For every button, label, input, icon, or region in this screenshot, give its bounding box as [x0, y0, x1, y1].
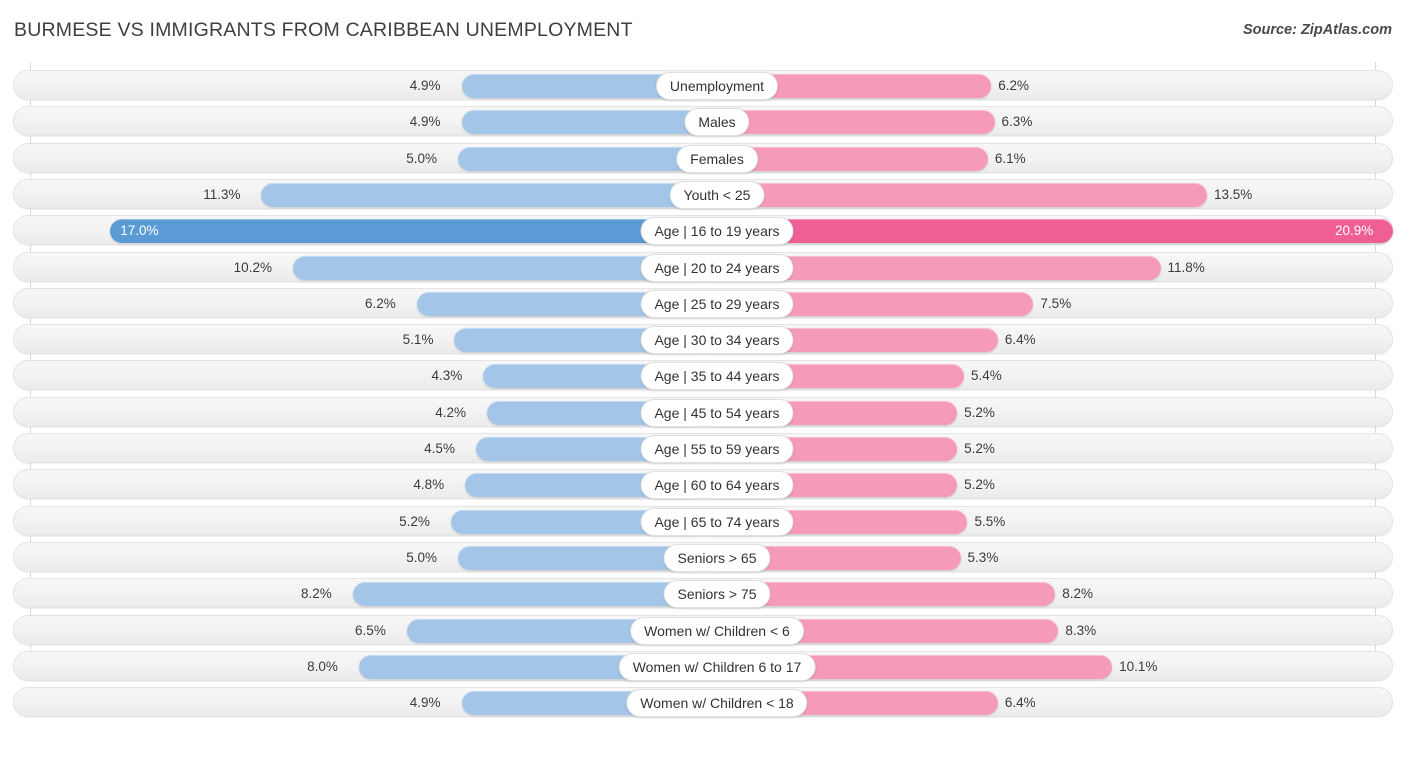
- table-row[interactable]: 4.2% 5.2% Age | 45 to 54 years: [13, 396, 1393, 427]
- value-label-burmese: 4.9%: [409, 695, 441, 711]
- table-row[interactable]: 17.0% 20.9% Age | 16 to 19 years: [13, 215, 1393, 246]
- category-label[interactable]: Age | 25 to 29 years: [640, 289, 794, 318]
- category-label[interactable]: Women w/ Children 6 to 17: [618, 652, 816, 681]
- bar-burmese[interactable]: [457, 146, 704, 171]
- value-label-burmese: 5.0%: [406, 150, 437, 166]
- value-label-burmese: 4.3%: [431, 368, 463, 384]
- table-row[interactable]: 5.0% 5.3% Seniors > 65: [13, 541, 1393, 572]
- value-label-immigrants-from-caribbean: 13.5%: [1213, 186, 1253, 202]
- value-label-immigrants-from-caribbean: 5.2%: [964, 441, 995, 456]
- value-label-immigrants-from-caribbean: 7.5%: [1040, 295, 1072, 311]
- table-row[interactable]: 4.8% 5.2% Age | 60 to 64 years: [13, 469, 1393, 500]
- bar-burmese[interactable]: [461, 110, 704, 135]
- value-label-burmese: 10.2%: [233, 259, 272, 275]
- value-label-immigrants-from-caribbean: 6.3%: [1001, 114, 1033, 130]
- value-label-immigrants-from-caribbean: 6.1%: [994, 150, 1026, 166]
- value-label-immigrants-from-caribbean: 5.3%: [967, 549, 999, 565]
- value-label-burmese: 8.2%: [300, 586, 332, 602]
- category-label[interactable]: Seniors > 75: [663, 580, 771, 609]
- category-label[interactable]: Age | 16 to 19 years: [640, 217, 794, 246]
- value-label-burmese: 4.5%: [424, 441, 455, 456]
- value-label-immigrants-from-caribbean: 5.5%: [974, 513, 1006, 529]
- category-label[interactable]: Age | 55 to 59 years: [640, 435, 794, 463]
- category-label[interactable]: Age | 45 to 54 years: [640, 398, 794, 427]
- table-row[interactable]: 4.9% 6.2% Unemployment: [13, 70, 1393, 100]
- value-label-burmese: 17.0%: [120, 223, 159, 239]
- source-attribution: Source: ZipAtlas.com: [1242, 22, 1392, 38]
- value-label-burmese: 6.2%: [365, 295, 396, 311]
- category-label[interactable]: Age | 20 to 24 years: [640, 253, 794, 282]
- value-label-immigrants-from-caribbean: 5.2%: [964, 404, 995, 420]
- category-label[interactable]: Age | 35 to 44 years: [640, 362, 794, 391]
- table-row[interactable]: 10.2% 11.8% Age | 20 to 24 years: [13, 251, 1393, 282]
- page-title: BURMESE VS IMMIGRANTS FROM CARIBBEAN UNE…: [14, 19, 633, 41]
- table-row[interactable]: 4.9% 6.3% Males: [13, 106, 1393, 137]
- value-label-immigrants-from-caribbean: 5.2%: [964, 477, 995, 493]
- table-row[interactable]: 8.0% 10.1% Women w/ Children 6 to 17: [13, 650, 1393, 681]
- table-row[interactable]: 6.5% 8.3% Women w/ Children < 6: [13, 614, 1393, 645]
- table-row[interactable]: 5.1% 6.4% Age | 30 to 34 years: [13, 324, 1393, 355]
- value-label-immigrants-from-caribbean: 8.2%: [1062, 586, 1094, 602]
- category-label[interactable]: Females: [676, 144, 758, 173]
- value-label-burmese: 5.1%: [402, 332, 434, 348]
- value-label-immigrants-from-caribbean: 8.3%: [1065, 622, 1097, 638]
- category-label[interactable]: Women w/ Children < 18: [626, 689, 808, 718]
- category-label[interactable]: Age | 60 to 64 years: [640, 471, 794, 500]
- value-label-burmese: 4.2%: [435, 404, 467, 420]
- bar-immigrants-from-caribbean[interactable]: [704, 182, 1207, 207]
- table-row[interactable]: 4.5% 5.2% Age | 55 to 59 years: [13, 433, 1393, 463]
- value-label-burmese: 5.2%: [399, 513, 430, 529]
- value-label-burmese: 4.9%: [409, 114, 441, 130]
- table-row[interactable]: 4.3% 5.4% Age | 35 to 44 years: [13, 360, 1393, 391]
- category-label[interactable]: Seniors > 65: [663, 543, 771, 572]
- category-label[interactable]: Youth < 25: [669, 180, 765, 209]
- table-row[interactable]: 4.9% 6.4% Women w/ Children < 18: [13, 687, 1393, 718]
- bar-burmese[interactable]: [352, 582, 704, 607]
- bar-burmese[interactable]: [110, 219, 704, 244]
- value-label-burmese: 4.8%: [413, 477, 445, 493]
- value-label-immigrants-from-caribbean: 6.2%: [998, 78, 1029, 93]
- table-row[interactable]: 8.2% 8.2% Seniors > 75: [13, 578, 1393, 609]
- value-label-burmese: 11.3%: [203, 186, 241, 202]
- diverging-bar-chart: 25.0% 25.0% Burmese Immigrants from Cari…: [0, 62, 1406, 718]
- category-label[interactable]: Age | 65 to 74 years: [640, 507, 794, 536]
- value-label-immigrants-from-caribbean: 6.4%: [1004, 695, 1036, 711]
- category-label[interactable]: Women w/ Children < 6: [630, 616, 804, 645]
- table-row[interactable]: 11.3% 13.5% Youth < 25: [13, 178, 1393, 209]
- category-label[interactable]: Age | 30 to 34 years: [640, 326, 794, 355]
- value-label-burmese: 8.0%: [307, 658, 338, 674]
- category-label[interactable]: Males: [684, 108, 750, 137]
- value-label-immigrants-from-caribbean: 20.9%: [1335, 223, 1374, 239]
- value-label-immigrants-from-caribbean: 10.1%: [1119, 658, 1158, 674]
- value-label-burmese: 6.5%: [355, 622, 386, 638]
- table-row[interactable]: 6.2% 7.5% Age | 25 to 29 years: [13, 287, 1393, 318]
- table-row[interactable]: 5.0% 6.1% Females: [13, 142, 1393, 173]
- table-row[interactable]: 5.2% 5.5% Age | 65 to 74 years: [13, 505, 1393, 536]
- value-label-immigrants-from-caribbean: 6.4%: [1004, 332, 1036, 348]
- category-label[interactable]: Unemployment: [655, 72, 779, 100]
- bar-burmese[interactable]: [261, 182, 704, 207]
- bar-immigrants-from-caribbean[interactable]: [704, 219, 1393, 244]
- value-label-burmese: 5.0%: [406, 549, 437, 565]
- value-label-immigrants-from-caribbean: 11.8%: [1167, 259, 1205, 275]
- value-label-immigrants-from-caribbean: 5.4%: [971, 368, 1002, 384]
- value-label-burmese: 4.9%: [409, 78, 441, 93]
